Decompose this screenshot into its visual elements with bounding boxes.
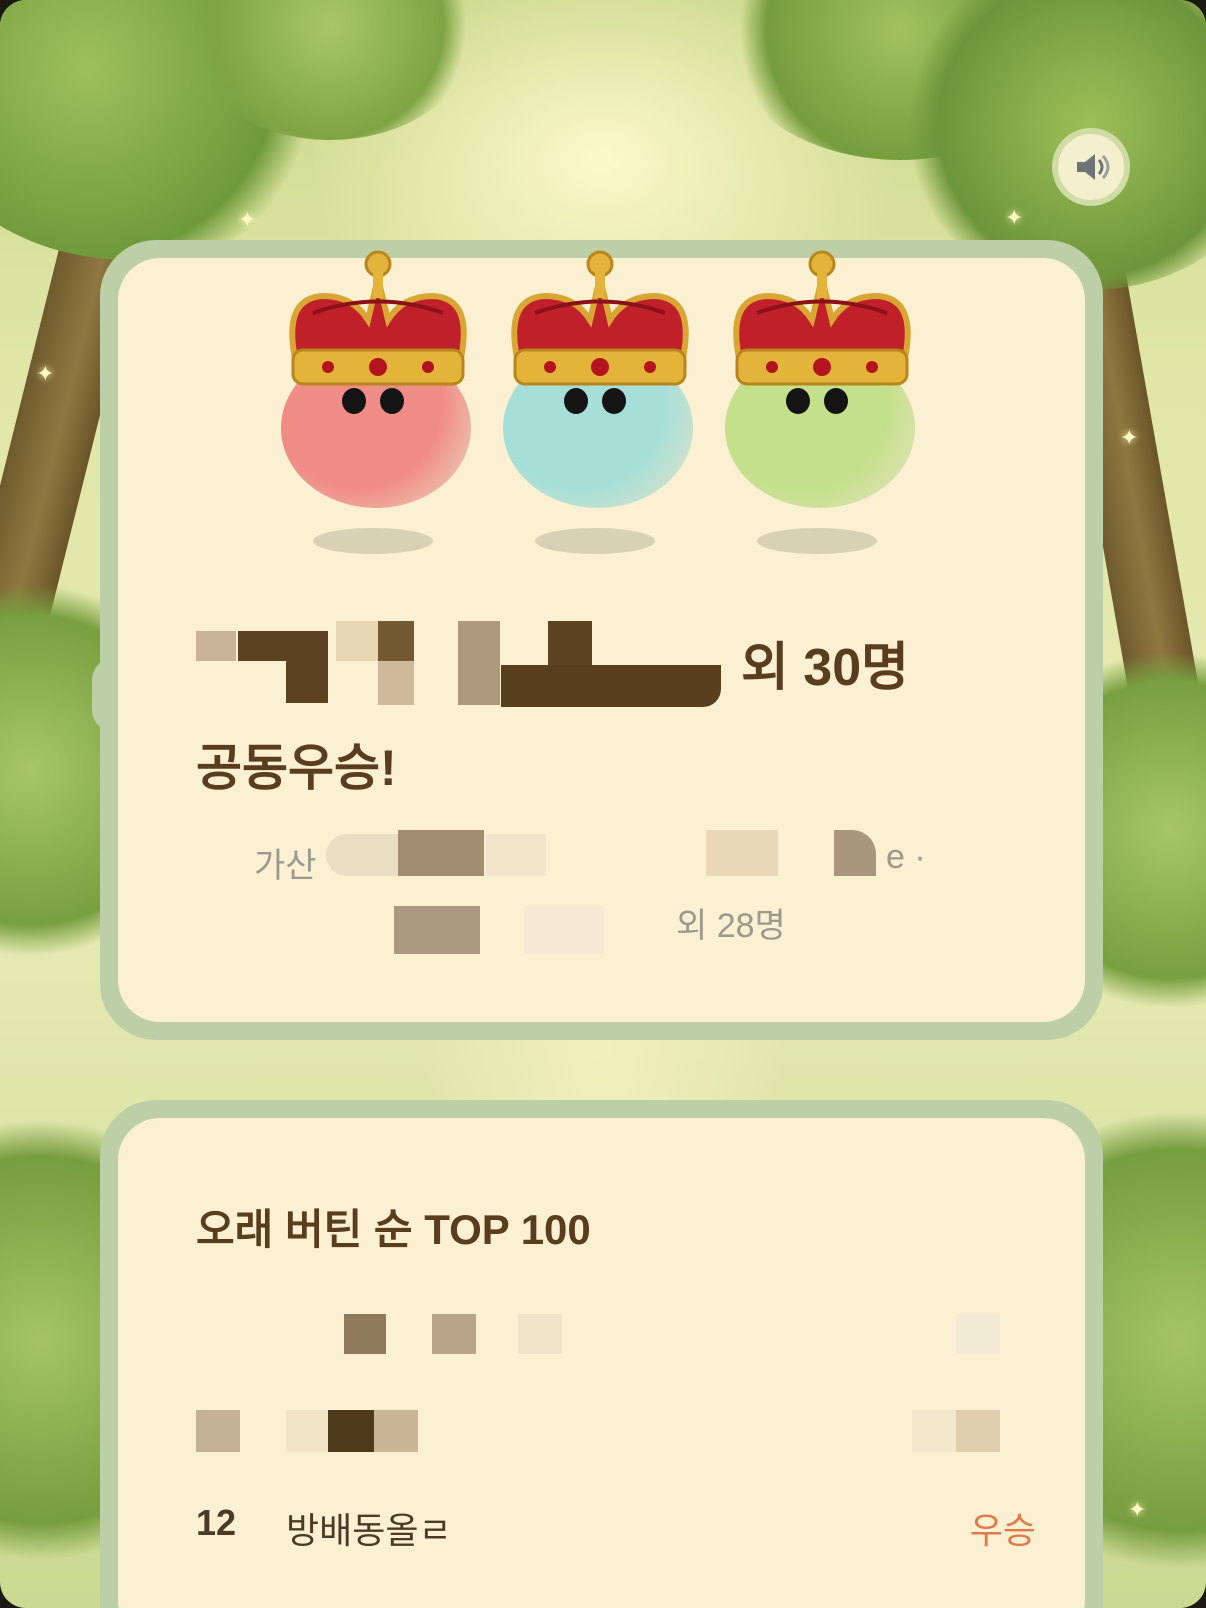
ranking-title: 오래 버틴 순 TOP 100 [196, 1206, 591, 1253]
rank-status-badge: 우승 [969, 1510, 1036, 1551]
sparkle-icon: ✦ [36, 362, 55, 387]
winner-count: 외 30명 [741, 639, 909, 697]
crowned-character-pink [268, 238, 478, 568]
ranking-card: 오래 버틴 순 TOP 100 12 방배동올ㄹ 우승 [100, 1100, 1103, 1608]
game-screen: ✦ ✦ ✦ ✦ ✦ 외 30명 공동우승! 가산 e · 외 28명 오래 버틴… [0, 0, 1206, 1608]
crown-icon [289, 250, 467, 386]
crown-icon [733, 250, 911, 386]
ranking-row-redacted[interactable] [196, 1410, 1036, 1470]
sparkle-icon: ✦ [1128, 1498, 1147, 1523]
sound-toggle-button[interactable] [1052, 128, 1130, 206]
redacted-others [326, 830, 876, 880]
others-suffix: e · [886, 838, 926, 876]
winner-card: 외 30명 공동우승! 가산 e · 외 28명 [100, 240, 1103, 1040]
speaker-icon [1077, 154, 1110, 180]
ranking-row-redacted[interactable] [196, 1314, 1036, 1374]
winner-others-line1: 가산 e · [118, 830, 1085, 888]
winner-title: 공동우승! [196, 740, 397, 796]
character-shadow [757, 528, 877, 554]
ranking-row[interactable]: 12 방배동올ㄹ 우승 [196, 1496, 1036, 1556]
crowned-character-lime [712, 238, 922, 568]
character-shadow [535, 528, 655, 554]
character-shadow [313, 528, 433, 554]
rank-number: 12 [196, 1502, 237, 1543]
rank-player-name: 방배동올ㄹ [286, 1510, 452, 1551]
sparkle-icon: ✦ [1005, 206, 1024, 231]
crown-icon [511, 250, 689, 386]
others-prefix: 가산 [254, 847, 317, 885]
sparkle-icon: ✦ [1120, 426, 1139, 451]
winner-name-row: 외 30명 [196, 603, 1056, 707]
sparkle-icon: ✦ [238, 208, 257, 233]
redacted-name [196, 621, 726, 707]
redacted-others [394, 898, 644, 954]
others-count: 외 28명 [676, 907, 786, 945]
crowned-character-mint [490, 238, 700, 568]
winner-others-line2: 외 28명 [118, 898, 1085, 958]
